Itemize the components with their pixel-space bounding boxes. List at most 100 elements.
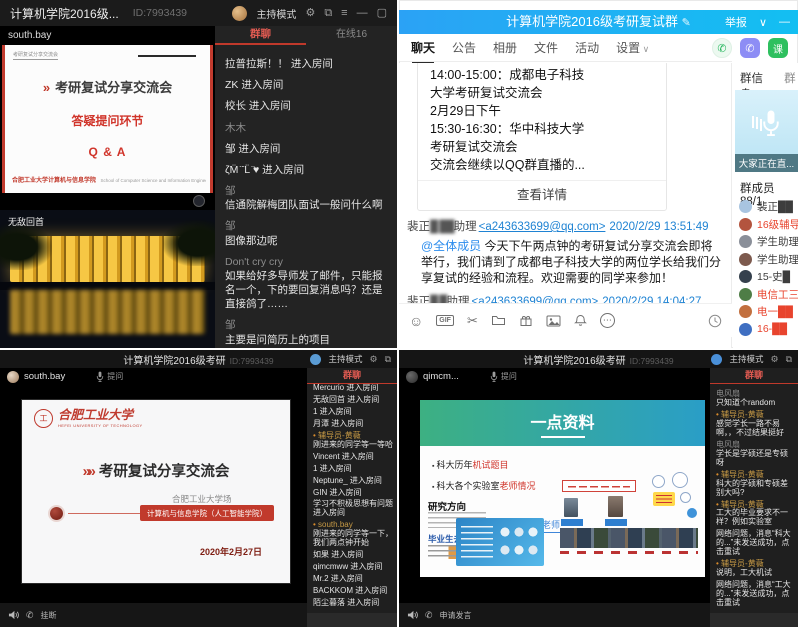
image-icon[interactable] xyxy=(546,315,561,327)
mic-icon xyxy=(761,109,781,136)
member-name: 裴正██ xyxy=(757,199,793,214)
at-mention[interactable]: @全体成员 xyxy=(421,239,481,253)
chat-tabs: 群聊 xyxy=(710,368,798,384)
group-tab[interactable]: 设置 xyxy=(616,39,649,56)
video-stage: south.bay 考研复试分享交流会 »考研复试分享交流会 答疑提问环节 Q … xyxy=(0,26,215,348)
history-clock-icon[interactable] xyxy=(708,314,722,328)
photo-strip-art xyxy=(560,528,698,548)
chat-row: Neptune_ 进入房间 xyxy=(313,477,394,486)
maximize-icon[interactable]: ▢ xyxy=(377,8,387,19)
group-tab[interactable]: 聊天 xyxy=(411,39,435,56)
chat-text: 主要是问简历上的项目 xyxy=(225,333,387,347)
call-action-label[interactable]: 挂断 xyxy=(41,610,57,621)
member-row[interactable]: 电一██ xyxy=(739,303,798,321)
call-icon[interactable]: ✆ xyxy=(26,610,34,621)
chat-text: 图像那边呢 xyxy=(225,234,387,248)
member-avatar xyxy=(739,323,752,336)
minimize-icon[interactable]: — xyxy=(357,8,368,19)
file-folder-icon[interactable] xyxy=(491,314,506,327)
card-line: 15:30-16:30：华中科技大学 xyxy=(430,120,654,138)
member-row[interactable]: 裴正██ xyxy=(739,198,798,216)
group-class-icon[interactable]: 课 xyxy=(768,38,788,58)
gif-icon[interactable]: GIF xyxy=(436,315,454,326)
tab-group-chat[interactable]: 群聊 xyxy=(710,368,798,384)
chat-row: 电风扇 只知道个random xyxy=(716,390,795,408)
screenshot-scissors-icon[interactable]: ✂ xyxy=(467,314,478,327)
settings-icon[interactable]: ⚙ xyxy=(305,8,315,19)
report-button[interactable]: 举报 xyxy=(725,14,747,30)
phone-glyph: ✆ xyxy=(717,42,726,55)
slide-corner-label: 考研复试分享交流会 xyxy=(13,51,58,60)
speaker-icon[interactable] xyxy=(8,610,19,620)
window-id: ID:7993439 xyxy=(133,7,187,19)
host-avatar xyxy=(232,6,247,21)
member-row[interactable]: 学生助理 xyxy=(739,233,798,251)
emoji-icon[interactable]: ☺ xyxy=(409,314,423,328)
group-tab[interactable]: 文件 xyxy=(534,39,558,56)
live-broadcast-panel[interactable] xyxy=(735,90,798,154)
mic-status[interactable]: 提问 xyxy=(96,371,123,382)
group-tab[interactable]: 相册 xyxy=(493,39,517,56)
member-name: 学生助理 xyxy=(757,252,798,267)
call-action-label[interactable]: 申请发言 xyxy=(440,610,472,621)
slide-top-rule xyxy=(138,55,196,57)
tab-group-chat[interactable]: 群聊 xyxy=(215,26,306,45)
chevron-down-icon[interactable]: ∨ xyxy=(759,16,767,29)
sender-name: 裴正 xyxy=(407,221,430,233)
host-avatar xyxy=(711,354,722,365)
voice-call-icon[interactable]: ✆ xyxy=(712,38,732,58)
edit-icon[interactable]: ✎ xyxy=(682,17,691,29)
chat-message-list: 拉普拉斯！！ 进入房间 ZK 进入房间 校长 进入房间 木木 xyxy=(215,45,397,348)
presenter-bar: qimcm... 提问 xyxy=(399,368,710,385)
announcement-card[interactable]: 14:00-15:00：成都电子科技大学考研复试交流会2月29日下午15:30-… xyxy=(417,63,667,211)
bell-icon[interactable] xyxy=(574,314,587,327)
mic-status[interactable]: 提问 xyxy=(490,371,517,382)
chat-row: 校长 进入房间 xyxy=(225,99,387,113)
member-row[interactable]: 16级辅导 xyxy=(739,216,798,234)
faculty-photo-art xyxy=(564,498,578,517)
menu-icon[interactable]: ≡ xyxy=(341,8,347,19)
chat-text: 网络问题，消息“科大的...”未发送成功，点击重试 xyxy=(716,530,795,557)
chat-text: 学长是学硕还是专硕呀 xyxy=(716,450,795,468)
card-line: 交流会继续以QQ群直播的... xyxy=(430,156,654,174)
mic-label: 提问 xyxy=(107,371,123,382)
chat-row: 辅导员-黄薇 工大的毕业要求不一样？例如实验室 xyxy=(716,501,795,528)
minimize-icon[interactable]: — xyxy=(779,16,790,28)
presenter-name: qimcm... xyxy=(423,371,459,382)
callout-box-art xyxy=(562,480,636,492)
view-details-button[interactable]: 查看详情 xyxy=(418,180,666,210)
member-row[interactable]: 学生助理 xyxy=(739,251,798,269)
popout-icon[interactable]: ⧉ xyxy=(385,355,391,364)
chat-scroll-area[interactable]: 1 进入房间 再知 嗯嗯 辅导员-黄薇 裴导好 单杯邀明月 进入房间 xyxy=(307,384,397,613)
chat-text: 感觉学长一路不易啊，，不过结果挺好 xyxy=(716,420,795,438)
member-row[interactable]: 15-史█ xyxy=(739,268,798,286)
gift-icon[interactable] xyxy=(519,314,533,327)
call-icon[interactable]: ✆ xyxy=(425,610,433,621)
settings-icon[interactable]: ⚙ xyxy=(369,355,377,364)
popout-icon[interactable]: ⧉ xyxy=(324,8,332,19)
group-tab[interactable]: 公告 xyxy=(452,39,476,56)
qq-message: 裴正█ ██助理<a243633699@qq.com>2020/2/29 13:… xyxy=(407,219,721,286)
sender-email-link[interactable]: <a243633699@qq.com> xyxy=(479,221,606,233)
chat-input-strip[interactable] xyxy=(710,613,798,627)
tab-group-chat[interactable]: 群聊 xyxy=(307,368,397,384)
chat-input-strip[interactable] xyxy=(307,613,397,627)
group-tab[interactable]: 活动 xyxy=(575,39,599,56)
tab-online-count[interactable]: 在线16 xyxy=(306,26,397,45)
stream-chat-panel: 群聊 1 进入房间 再知 嗯嗯 辅导员-黄薇 裴导好 xyxy=(307,368,397,627)
settings-icon[interactable]: ⚙ xyxy=(770,355,778,364)
speaker-icon[interactable] xyxy=(407,610,418,620)
window-title: 计算机学院2016级... xyxy=(10,5,119,22)
member-row[interactable]: 16-██ xyxy=(739,321,798,339)
video-call-icon[interactable]: ✆ xyxy=(740,38,760,58)
popout-icon[interactable]: ⧉ xyxy=(786,355,792,364)
text-lines-art xyxy=(461,526,493,558)
member-row[interactable]: 电信工三█ xyxy=(739,286,798,304)
card-line: 2月29日下午 xyxy=(430,102,654,120)
window-title: 计算机学院2016级考研 xyxy=(123,356,225,367)
chevron-icon: » xyxy=(43,80,50,95)
sender-name-redacted: █ ██ xyxy=(430,221,454,233)
chat-row: 邹 进入房间 xyxy=(225,142,387,156)
more-icon[interactable]: ⋯ xyxy=(600,313,615,328)
chat-scroll-area[interactable]: 电风扇 机试为啥要咆尾。。。。 周 进入房间 电风扇 这也太难了。。。。 电风扇… xyxy=(710,384,798,613)
